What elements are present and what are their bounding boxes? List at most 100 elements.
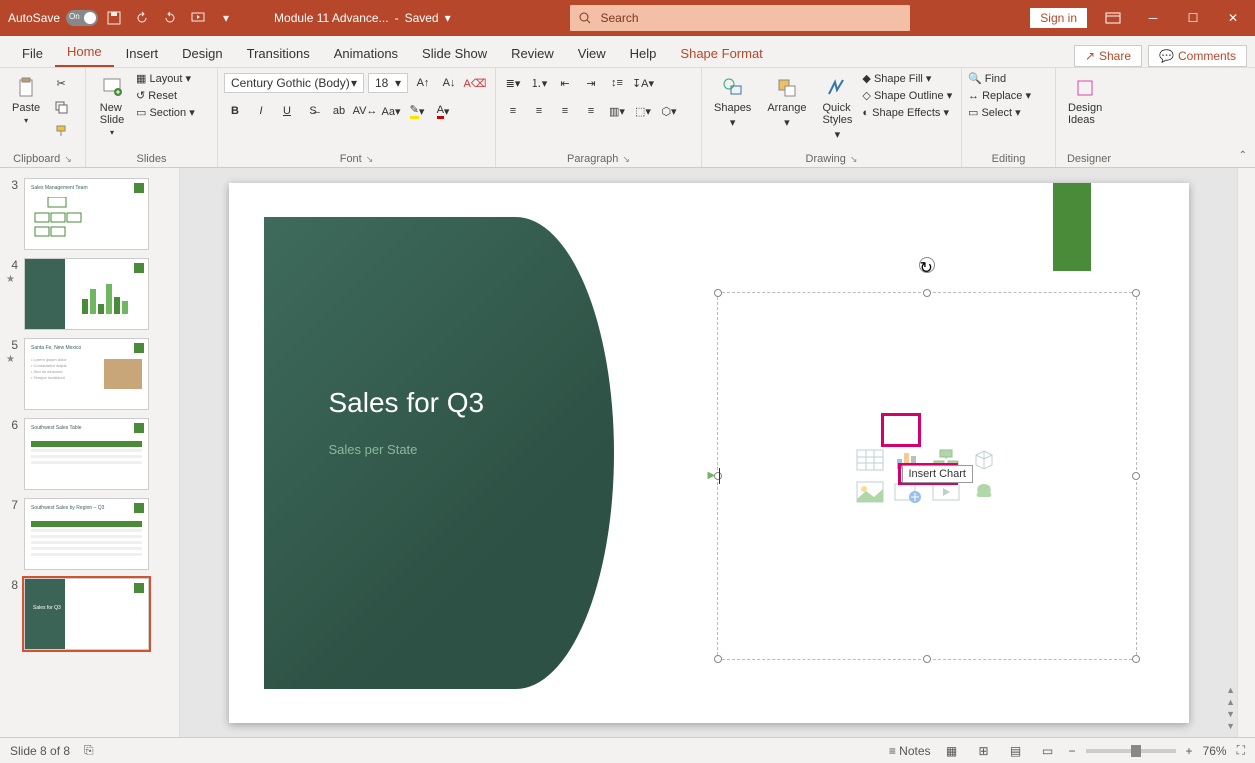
font-color-icon[interactable]: A▾ — [432, 100, 454, 122]
reset-button[interactable]: ↺ Reset — [136, 89, 195, 102]
slide-thumbnail-panel[interactable]: 3 Sales Management Team 4★ 5★ Santa Fe, … — [0, 168, 180, 737]
save-icon[interactable] — [106, 10, 122, 26]
resize-handle[interactable] — [1132, 289, 1140, 297]
thumbnail-slide-4[interactable] — [24, 258, 149, 330]
char-spacing-icon[interactable]: AV↔ — [354, 100, 376, 122]
autosave-toggle[interactable]: AutoSave On — [8, 10, 98, 26]
find-button[interactable]: 🔍 Find — [968, 72, 1031, 85]
format-painter-icon[interactable] — [50, 120, 72, 142]
thumbnail-slide-7[interactable]: Southwest Sales by Region – Q3 — [24, 498, 149, 570]
tab-view[interactable]: View — [566, 38, 618, 67]
tab-help[interactable]: Help — [618, 38, 669, 67]
collapse-ribbon-icon[interactable]: ⌃ — [1239, 150, 1247, 161]
zoom-out-icon[interactable]: − — [1069, 744, 1076, 758]
resize-handle[interactable] — [1132, 655, 1140, 663]
new-slide-button[interactable]: New Slide▾ — [92, 72, 132, 141]
tab-animations[interactable]: Animations — [322, 38, 410, 67]
sign-in-button[interactable]: Sign in — [1030, 8, 1087, 28]
vertical-scrollbar[interactable] — [1237, 168, 1255, 737]
rotate-handle-icon[interactable]: ↻ — [919, 257, 935, 273]
justify-icon[interactable]: ≡ — [580, 100, 602, 122]
qat-more-icon[interactable]: ▾ — [218, 10, 234, 26]
zoom-slider[interactable] — [1086, 749, 1176, 753]
fit-to-window-icon[interactable]: ⛶ — [1237, 743, 1245, 758]
clear-format-icon[interactable]: A⌫ — [464, 72, 486, 94]
tab-slideshow[interactable]: Slide Show — [410, 38, 499, 67]
resize-handle[interactable] — [1132, 472, 1140, 480]
decrease-font-icon[interactable]: A↓ — [438, 72, 460, 94]
tab-file[interactable]: File — [10, 38, 55, 67]
cut-icon[interactable]: ✂ — [50, 72, 72, 94]
align-center-icon[interactable]: ≡ — [528, 100, 550, 122]
thumbnail-slide-5[interactable]: Santa Fe, New Mexico• Lorem ipsum dolor•… — [24, 338, 149, 410]
strikethrough-icon[interactable]: S̶ — [302, 100, 324, 122]
resize-handle[interactable] — [714, 655, 722, 663]
tab-shape-format[interactable]: Shape Format — [668, 38, 774, 67]
line-spacing-icon[interactable]: ↕≡ — [606, 72, 628, 94]
search-input[interactable]: Search — [570, 5, 910, 31]
slideshow-start-icon[interactable] — [190, 10, 206, 26]
share-button[interactable]: ↗ Share — [1074, 45, 1142, 67]
drawing-launcher-icon[interactable]: ↘ — [850, 154, 858, 165]
layout-button[interactable]: ▦ Layout ▾ — [136, 72, 195, 85]
shape-outline-button[interactable]: ◇ Shape Outline ▾ — [862, 89, 952, 102]
select-button[interactable]: ▭ Select ▾ — [968, 106, 1031, 119]
sorter-view-icon[interactable]: ⊞ — [973, 741, 995, 761]
insert-picture-icon[interactable] — [853, 478, 887, 506]
font-family-combo[interactable]: Century Gothic (Body)▾ — [224, 73, 364, 93]
tab-design[interactable]: Design — [170, 38, 234, 67]
slide-title[interactable]: Sales for Q3 — [329, 387, 485, 419]
scroll-arrows[interactable]: ▲▲▼▼ — [1226, 685, 1235, 731]
maximize-icon[interactable]: ☐ — [1179, 4, 1207, 32]
tab-home[interactable]: Home — [55, 36, 114, 67]
tab-transitions[interactable]: Transitions — [235, 38, 322, 67]
slide-subtitle[interactable]: Sales per State — [329, 442, 418, 457]
numbering-icon[interactable]: ⒈▾ — [528, 72, 550, 94]
paragraph-launcher-icon[interactable]: ↘ — [622, 154, 630, 165]
shape-effects-button[interactable]: ◐ Shape Effects ▾ — [862, 106, 952, 119]
shadow-icon[interactable]: ab — [328, 100, 350, 122]
decrease-indent-icon[interactable]: ⇤ — [554, 72, 576, 94]
thumbnail-slide-3[interactable]: Sales Management Team — [24, 178, 149, 250]
increase-font-icon[interactable]: A↑ — [412, 72, 434, 94]
clipboard-launcher-icon[interactable]: ↘ — [64, 154, 72, 165]
notes-button[interactable]: ≡ Notes — [889, 744, 931, 758]
resize-handle[interactable] — [714, 289, 722, 297]
reading-view-icon[interactable]: ▤ — [1005, 741, 1027, 761]
columns-icon[interactable]: ▥▾ — [606, 100, 628, 122]
resize-handle[interactable] — [923, 655, 931, 663]
section-button[interactable]: ▭ Section ▾ — [136, 106, 195, 119]
thumbnail-slide-6[interactable]: Southwest Sales Table — [24, 418, 149, 490]
smartart-convert-icon[interactable]: ⬡▾ — [658, 100, 680, 122]
normal-view-icon[interactable]: ▦ — [941, 741, 963, 761]
align-text-icon[interactable]: ⬚▾ — [632, 100, 654, 122]
replace-button[interactable]: ↔ Replace ▾ — [968, 89, 1031, 102]
design-ideas-button[interactable]: Design Ideas — [1062, 72, 1108, 130]
font-launcher-icon[interactable]: ↘ — [366, 154, 374, 165]
arrange-button[interactable]: Arrange▾ — [761, 72, 812, 133]
bold-icon[interactable]: B — [224, 100, 246, 122]
thumbnail-slide-8[interactable]: Sales for Q3 — [24, 578, 149, 650]
align-right-icon[interactable]: ≡ — [554, 100, 576, 122]
zoom-in-icon[interactable]: + — [1186, 744, 1193, 758]
italic-icon[interactable]: I — [250, 100, 272, 122]
redo-icon[interactable] — [162, 10, 178, 26]
ribbon-display-icon[interactable] — [1099, 4, 1127, 32]
change-case-icon[interactable]: Aa▾ — [380, 100, 402, 122]
align-left-icon[interactable]: ≡ — [502, 100, 524, 122]
undo-icon[interactable] — [134, 10, 150, 26]
slide-canvas-area[interactable]: Sales for Q3 Sales per State ↻ ▶ — [180, 168, 1237, 737]
comments-button[interactable]: 💬 Comments — [1148, 45, 1247, 67]
shapes-button[interactable]: Shapes▾ — [708, 72, 757, 133]
quick-styles-button[interactable]: Quick Styles▾ — [816, 72, 858, 145]
content-placeholder[interactable]: ↻ ▶ — [717, 292, 1137, 660]
shape-fill-button[interactable]: ◆ Shape Fill ▾ — [862, 72, 952, 85]
increase-indent-icon[interactable]: ⇥ — [580, 72, 602, 94]
tab-review[interactable]: Review — [499, 38, 566, 67]
paste-button[interactable]: Paste▾ — [6, 72, 46, 129]
insert-table-icon[interactable] — [853, 446, 887, 474]
underline-icon[interactable]: U — [276, 100, 298, 122]
highlight-icon[interactable]: ✎▾ — [406, 100, 428, 122]
bullets-icon[interactable]: ≣▾ — [502, 72, 524, 94]
resize-handle[interactable] — [923, 289, 931, 297]
